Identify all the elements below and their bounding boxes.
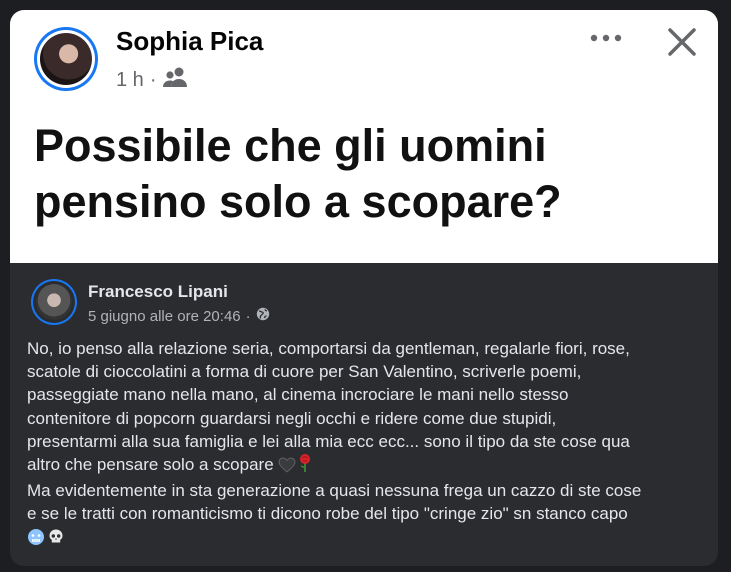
meta-separator: · bbox=[149, 68, 157, 91]
shared-author-avatar[interactable] bbox=[31, 279, 77, 325]
text-line: presentarmi alla sua famiglia e lei alla… bbox=[27, 431, 630, 451]
post-time[interactable]: 1 h bbox=[116, 69, 144, 92]
text-line: e se le tratti con romanticismo ti dicon… bbox=[27, 504, 628, 524]
cold-face-icon bbox=[27, 528, 45, 552]
shared-post-meta: 5 giugno alle ore 20:46 · bbox=[88, 307, 270, 325]
text-line: passeggiate mano nella mano, al cinema i… bbox=[27, 385, 569, 405]
post-header-area: Sophia Pica 1 h · Possibile che gli uomi… bbox=[10, 10, 718, 263]
shared-profile-photo bbox=[36, 284, 72, 320]
shared-author-name[interactable]: Francesco Lipani bbox=[88, 282, 228, 302]
text-line: contenitore di popcorn guardarsi negli o… bbox=[27, 408, 557, 428]
post-headline: Possibile che gli uomini pensino solo a … bbox=[34, 120, 562, 227]
text-line: No, io penso alla relazione seria, compo… bbox=[27, 339, 630, 358]
emoji-line bbox=[27, 526, 707, 552]
author-name[interactable]: Sophia Pica bbox=[116, 26, 263, 57]
profile-photo bbox=[40, 33, 92, 85]
close-button[interactable] bbox=[660, 20, 704, 64]
author-avatar[interactable] bbox=[34, 27, 98, 91]
post-card: Sophia Pica 1 h · Possibile che gli uomi… bbox=[10, 10, 718, 566]
text-line-with-emoji: altro che pensare solo a scopare bbox=[27, 453, 707, 479]
shared-post[interactable]: Francesco Lipani 5 giugno alle ore 20:46… bbox=[10, 263, 718, 566]
friends-icon bbox=[162, 66, 188, 94]
black-heart-icon bbox=[278, 456, 296, 479]
shared-timestamp[interactable]: 5 giugno alle ore 20:46 bbox=[88, 308, 241, 325]
rose-icon bbox=[296, 453, 314, 479]
skull-icon bbox=[47, 528, 65, 552]
text-line: scatole di cioccolatini a forma di cuore… bbox=[27, 362, 582, 382]
more-options-button[interactable] bbox=[588, 30, 628, 50]
shared-post-text: No, io penso alla relazione seria, compo… bbox=[27, 337, 707, 552]
globe-icon bbox=[256, 307, 270, 325]
text-line: Ma evidentemente in sta generazione a qu… bbox=[27, 481, 642, 501]
close-icon bbox=[668, 28, 696, 56]
text-line: altro che pensare solo a scopare bbox=[27, 455, 274, 475]
meta-separator: · bbox=[245, 307, 251, 325]
post-meta: 1 h · bbox=[116, 66, 188, 94]
